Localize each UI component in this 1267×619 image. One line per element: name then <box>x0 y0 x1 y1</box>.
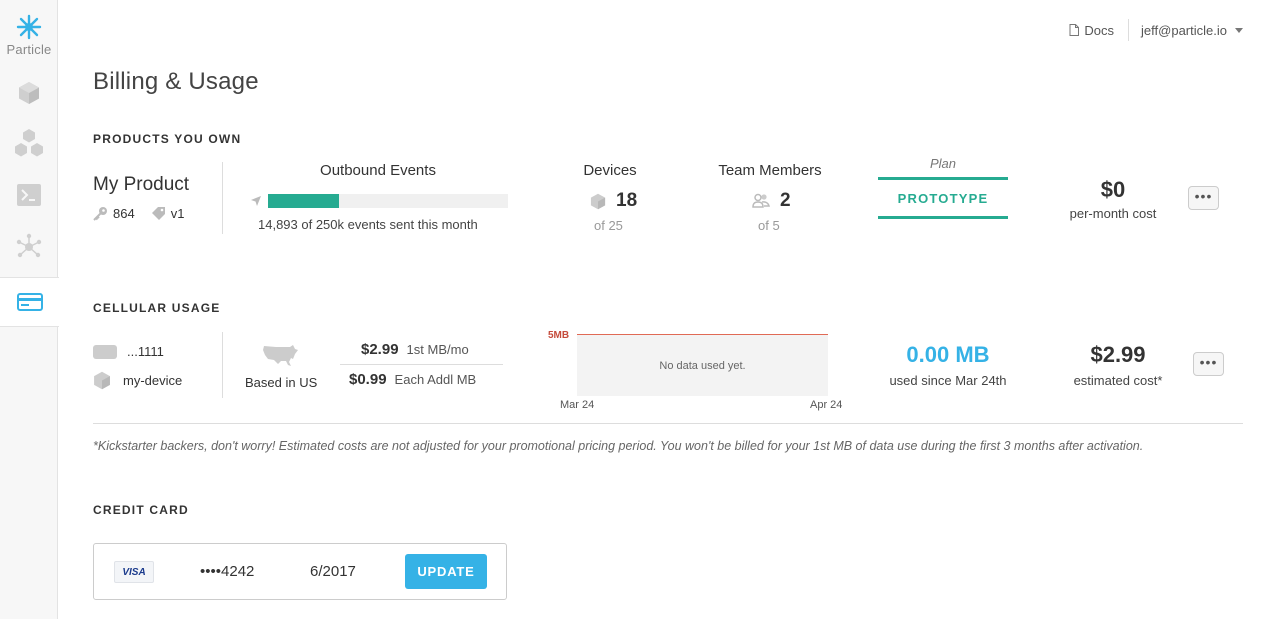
divider <box>222 162 223 234</box>
device-row: my-device <box>93 371 182 390</box>
sim-row: ...1111 <box>93 344 164 359</box>
products-heading: PRODUCTS YOU OWN <box>93 132 242 146</box>
price-first-amount: $2.99 <box>361 341 399 358</box>
card-expiry: 6/2017 <box>310 563 356 580</box>
docs-label: Docs <box>1084 22 1115 38</box>
product-version-value: v1 <box>170 206 185 221</box>
docs-link[interactable]: Docs <box>1069 19 1130 41</box>
estimated-cost-value: $2.99 <box>1090 342 1146 367</box>
product-version: v1 <box>151 206 185 221</box>
nav-billing[interactable] <box>0 277 59 327</box>
chart-empty-message: No data used yet. <box>659 360 746 372</box>
sidebar: Particle <box>0 0 59 619</box>
credit-card-panel: VISA ••••4242 6/2017 UPDATE <box>93 543 507 600</box>
product-more-button[interactable]: ••• <box>1188 186 1219 210</box>
price-addl-mb: $0.99 Each Addl MB <box>349 371 476 388</box>
data-used-label: used since Mar 24th <box>889 373 1007 388</box>
chart-x-end: Apr 24 <box>810 399 843 411</box>
product-name[interactable]: My Product <box>93 174 189 196</box>
team-members-label: Team Members <box>718 162 822 179</box>
plan-badge: PROTOTYPE <box>878 177 1008 219</box>
particle-logo[interactable]: Particle <box>0 14 58 57</box>
price-first-label: 1st MB/mo <box>406 342 469 357</box>
region-label: Based in US <box>245 375 318 390</box>
sim-card-icon <box>93 344 117 359</box>
price-addl-label: Each Addl MB <box>394 372 477 387</box>
price-separator <box>340 364 503 365</box>
outbound-events-bar <box>268 194 508 208</box>
cube-icon <box>590 193 606 209</box>
user-email: jeff@particle.io <box>1141 22 1227 38</box>
device-name[interactable]: my-device <box>123 373 182 388</box>
page-title: Billing & Usage <box>93 68 259 95</box>
cellular-heading: CELLULAR USAGE <box>93 301 221 315</box>
team-members-limit: of 5 <box>758 218 780 233</box>
users-icon <box>752 193 770 208</box>
chevron-down-icon <box>1235 27 1243 33</box>
cubes-icon <box>15 129 43 157</box>
sim-suffix: ...1111 <box>127 344 164 359</box>
terminal-icon <box>17 184 41 206</box>
plan-label: Plan <box>929 156 957 171</box>
devices-limit: of 25 <box>594 218 623 233</box>
kickstarter-footnote: *Kickstarter backers, don't worry! Estim… <box>93 439 1144 453</box>
chart-x-start: Mar 24 <box>560 399 595 411</box>
spacer <box>332 332 333 398</box>
key-icon <box>93 207 107 221</box>
divider <box>222 332 223 398</box>
team-members-count: 2 <box>752 190 791 212</box>
visa-logo: VISA <box>114 561 154 583</box>
network-icon <box>16 233 42 258</box>
devices-label: Devices <box>583 162 637 179</box>
send-icon <box>251 196 261 206</box>
card-number: ••••4242 <box>200 563 255 580</box>
credit-card-heading: CREDIT CARD <box>93 503 189 517</box>
nav-integrations[interactable] <box>0 222 58 272</box>
section-divider <box>93 423 1243 424</box>
price-first-mb: $2.99 1st MB/mo <box>361 341 469 358</box>
nav-products[interactable] <box>0 118 58 168</box>
logo-text: Particle <box>6 42 52 57</box>
nav-console[interactable] <box>0 170 58 220</box>
product-id: 864 <box>93 206 135 221</box>
price-addl-amount: $0.99 <box>349 371 387 388</box>
us-map-icon <box>263 345 298 366</box>
devices-count-value: 18 <box>616 190 638 211</box>
estimated-cost-label: estimated cost* <box>1073 373 1163 388</box>
outbound-events-summary: 14,893 of 250k events sent this month <box>258 217 478 232</box>
monthly-cost-value: $0 <box>1100 177 1126 202</box>
chart-y-max-label: 5MB <box>548 330 570 341</box>
particle-star-icon <box>16 14 42 40</box>
team-members-count-value: 2 <box>780 190 791 211</box>
document-icon <box>1069 24 1080 36</box>
update-card-button[interactable]: UPDATE <box>405 554 487 589</box>
product-id-value: 864 <box>113 206 135 221</box>
cube-icon <box>19 82 39 104</box>
cube-icon <box>94 371 110 390</box>
outbound-events-fill <box>268 194 339 208</box>
data-used-value: 0.00 MB <box>906 342 990 367</box>
nav-devices[interactable] <box>0 68 58 118</box>
tag-icon <box>151 207 165 220</box>
cellular-more-button[interactable]: ••• <box>1193 352 1224 376</box>
outbound-events-label: Outbound Events <box>320 162 436 179</box>
credit-card-icon <box>16 293 43 311</box>
devices-count: 18 <box>590 190 637 212</box>
product-meta: 864 v1 <box>93 206 184 221</box>
user-menu[interactable]: jeff@particle.io <box>1129 23 1243 38</box>
top-bar: Docs jeff@particle.io <box>1069 19 1243 41</box>
monthly-cost-label: per-month cost <box>1069 206 1157 221</box>
